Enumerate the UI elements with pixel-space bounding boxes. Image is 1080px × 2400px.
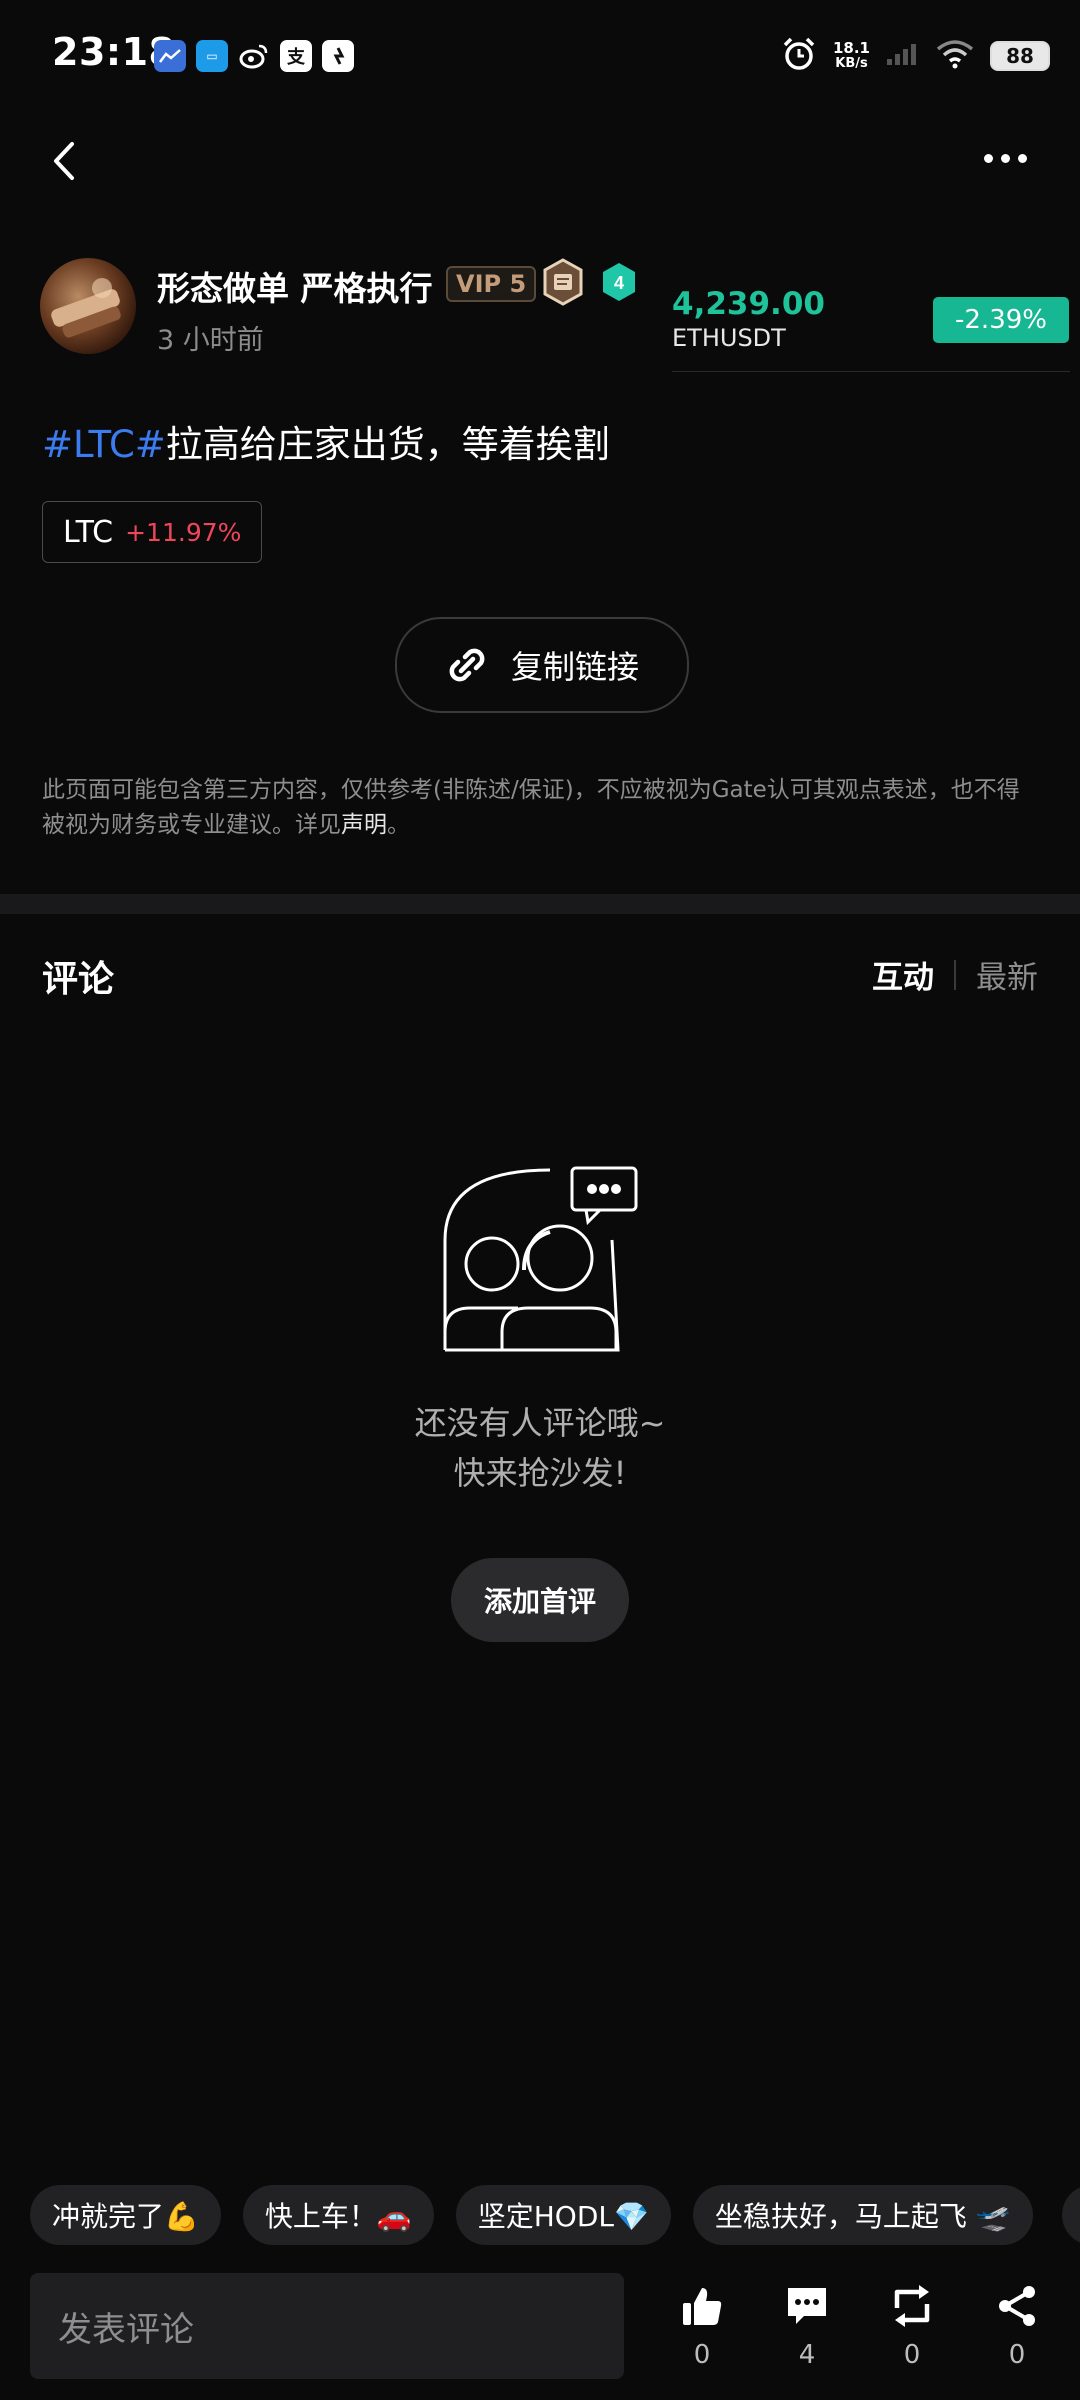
thumbs-up-icon — [683, 2288, 722, 2325]
post-time: 3 小时前 — [157, 325, 264, 356]
copy-link-label: 复制链接 — [510, 648, 639, 686]
disclaimer-link[interactable]: 声明 — [341, 812, 387, 838]
net-speed: 18.1 KB/s — [833, 40, 870, 72]
quick-reply-chip-overflow[interactable] — [1062, 2185, 1080, 2245]
tab-latest[interactable]: 最新 — [976, 952, 1038, 997]
empty-line-2: 快来抢沙发! — [453, 1454, 627, 1492]
comment-bubble-icon — [788, 2288, 826, 2324]
author-name[interactable]: 形态做单 严格执行 — [157, 262, 433, 310]
ticker-change-badge[interactable]: -2.39% — [933, 297, 1069, 343]
post-body: 拉高给庄家出货，等着挨割 — [165, 423, 610, 466]
disclaimer: 此页面可能包含第三方内容，仅供参考(非陈述/保证)，不应被视为Gate认可其观点… — [42, 773, 1042, 843]
ticker-divider — [672, 371, 1070, 372]
comments-title: 评论 — [42, 959, 115, 1000]
weibo-icon — [238, 40, 270, 72]
coin-symbol: LTC — [63, 514, 114, 550]
quick-reply-chip[interactable]: 快上车！🚗 — [242, 2185, 434, 2245]
back-button[interactable] — [40, 136, 90, 186]
disclaimer-text: 此页面可能包含第三方内容，仅供参考(非陈述/保证)，不应被视为Gate认可其观点… — [42, 777, 1020, 838]
comment-count: 4 — [798, 2340, 816, 2370]
comment-input[interactable]: 发表评论 — [30, 2273, 624, 2379]
tab-separator — [954, 959, 956, 990]
tab-interactive[interactable]: 互动 — [872, 952, 934, 997]
quick-reply-chip[interactable]: 冲就完了💪 — [30, 2185, 221, 2245]
status-right: 18.1 KB/s 88 — [781, 36, 1050, 76]
vip-badge: VIP 5 — [446, 266, 537, 302]
gate-app-icon: ▭ — [196, 40, 228, 72]
avatar[interactable] — [40, 258, 136, 354]
quick-reply-chip[interactable]: 坚定HODL💎 — [455, 2185, 671, 2245]
repost-icon — [894, 2285, 930, 2327]
link-icon — [449, 648, 485, 682]
level-badge: 4 — [601, 262, 637, 302]
medal-icon — [541, 258, 585, 306]
quick-reply-chips: 冲就完了💪 快上车！🚗 坚定HODL💎 坐稳扶好，马上起飞 🛫 — [30, 2185, 1033, 2245]
comment-sort-tabs: 互动 最新 — [872, 952, 1038, 997]
stock-app-icon — [154, 40, 186, 72]
share-icon — [999, 2286, 1035, 2326]
net-speed-unit: KB/s — [835, 56, 868, 71]
copy-link-button[interactable]: 复制链接 — [395, 617, 689, 713]
wifi-icon — [936, 39, 974, 73]
battery-indicator: 88 — [990, 41, 1050, 71]
alarm-icon — [781, 36, 817, 76]
empty-comments-illustration — [440, 1160, 640, 1360]
disclaimer-end: 。 — [387, 812, 410, 838]
status-app-icons: ▭ 支 — [154, 40, 354, 72]
level-number: 4 — [614, 273, 624, 293]
empty-comments-message: 还没有人评论哦~ 快来抢沙发! — [0, 1398, 1080, 1498]
empty-line-1: 还没有人评论哦~ — [414, 1404, 666, 1442]
like-count: 0 — [693, 2340, 711, 2370]
comment-button[interactable]: 4 — [777, 2284, 837, 2370]
repost-button[interactable]: 0 — [882, 2284, 942, 2370]
coin-change: +11.97% — [125, 517, 242, 547]
ticker-symbol[interactable]: ETHUSDT — [672, 324, 786, 352]
more-options-button[interactable] — [984, 146, 1044, 170]
repost-count: 0 — [903, 2340, 921, 2370]
net-speed-value: 18.1 — [832, 39, 870, 57]
coin-chip[interactable]: LTC +11.97% — [42, 501, 263, 563]
chevron-left-icon — [54, 142, 74, 180]
add-first-comment-button[interactable]: 添加首评 — [451, 1558, 629, 1642]
quick-reply-chip[interactable]: 坐稳扶好，马上起飞 🛫 — [692, 2185, 1033, 2245]
signal-icon — [886, 41, 920, 71]
dingtalk-icon — [322, 40, 354, 72]
section-divider — [0, 894, 1080, 914]
ticker-price[interactable]: 4,239.00 — [672, 286, 825, 322]
alipay-icon: 支 — [280, 40, 312, 72]
post-hashtag[interactable]: #LTC# — [42, 423, 166, 466]
post-content: #LTC#拉高给庄家出货，等着挨割 — [42, 414, 610, 468]
like-button[interactable]: 0 — [672, 2284, 732, 2370]
share-button[interactable]: 0 — [987, 2284, 1047, 2370]
share-count: 0 — [1008, 2340, 1026, 2370]
